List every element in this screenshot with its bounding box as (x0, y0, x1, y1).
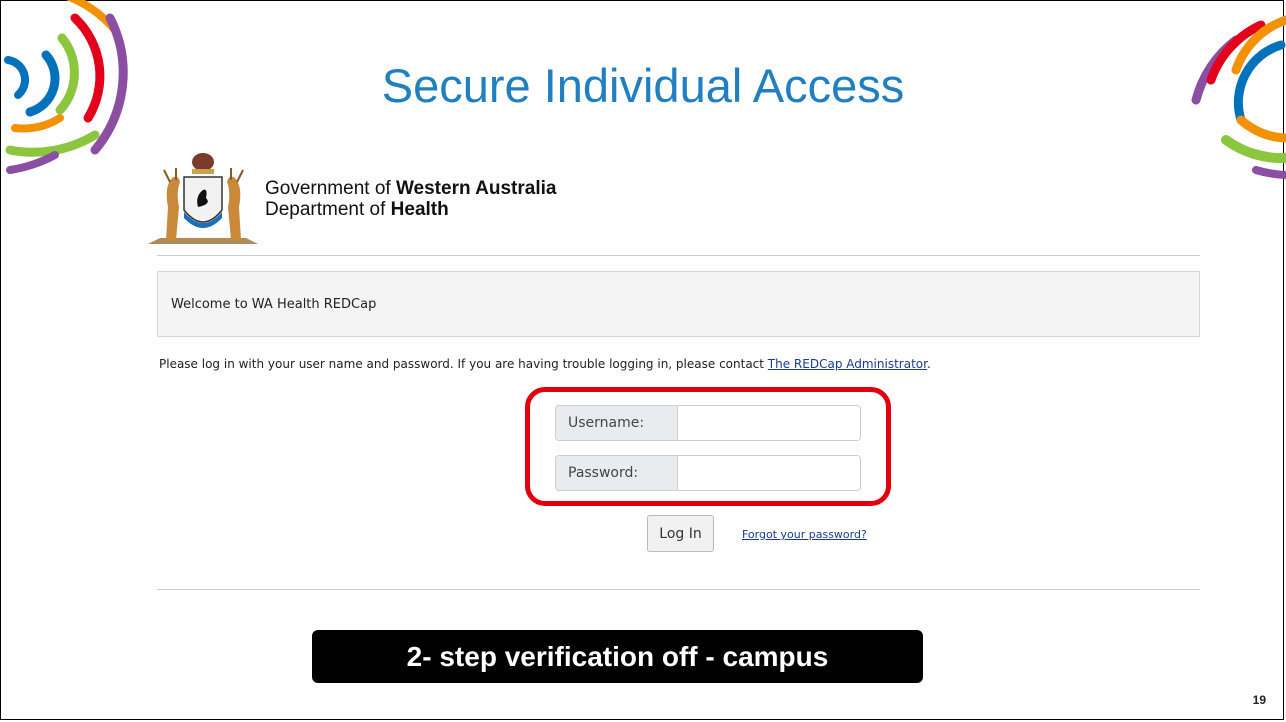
login-button[interactable]: Log In (647, 515, 714, 552)
forgot-password-link[interactable]: Forgot your password? (742, 528, 867, 541)
footer-divider (157, 589, 1200, 590)
login-instructions: Please log in with your user name and pa… (159, 357, 931, 371)
instructions-suffix: . (926, 357, 931, 371)
org-line-2-prefix: Department of (265, 199, 391, 220)
org-line-1: Government of Western Australia (265, 178, 556, 199)
login-highlight-box (525, 387, 891, 506)
verification-banner: 2- step verification off - campus (312, 630, 923, 683)
welcome-panel: Welcome to WA Health REDCap (157, 271, 1200, 337)
org-line-1-prefix: Government of (265, 178, 396, 199)
page-number: 19 (1252, 693, 1266, 707)
slide-title: Secure Individual Access (381, 59, 905, 112)
org-line-2: Department of Health (265, 199, 556, 220)
admin-contact-link[interactable]: The REDCap Administrator (768, 357, 927, 371)
org-line-1-bold: Western Australia (395, 178, 557, 199)
organisation-name: Government of Western Australia Departme… (265, 178, 556, 220)
header-divider (157, 255, 1200, 256)
org-line-2-bold: Health (390, 199, 449, 220)
instructions-text: Please log in with your user name and pa… (159, 357, 768, 371)
welcome-text: Welcome to WA Health REDCap (171, 297, 377, 312)
coat-of-arms-icon (148, 153, 258, 244)
